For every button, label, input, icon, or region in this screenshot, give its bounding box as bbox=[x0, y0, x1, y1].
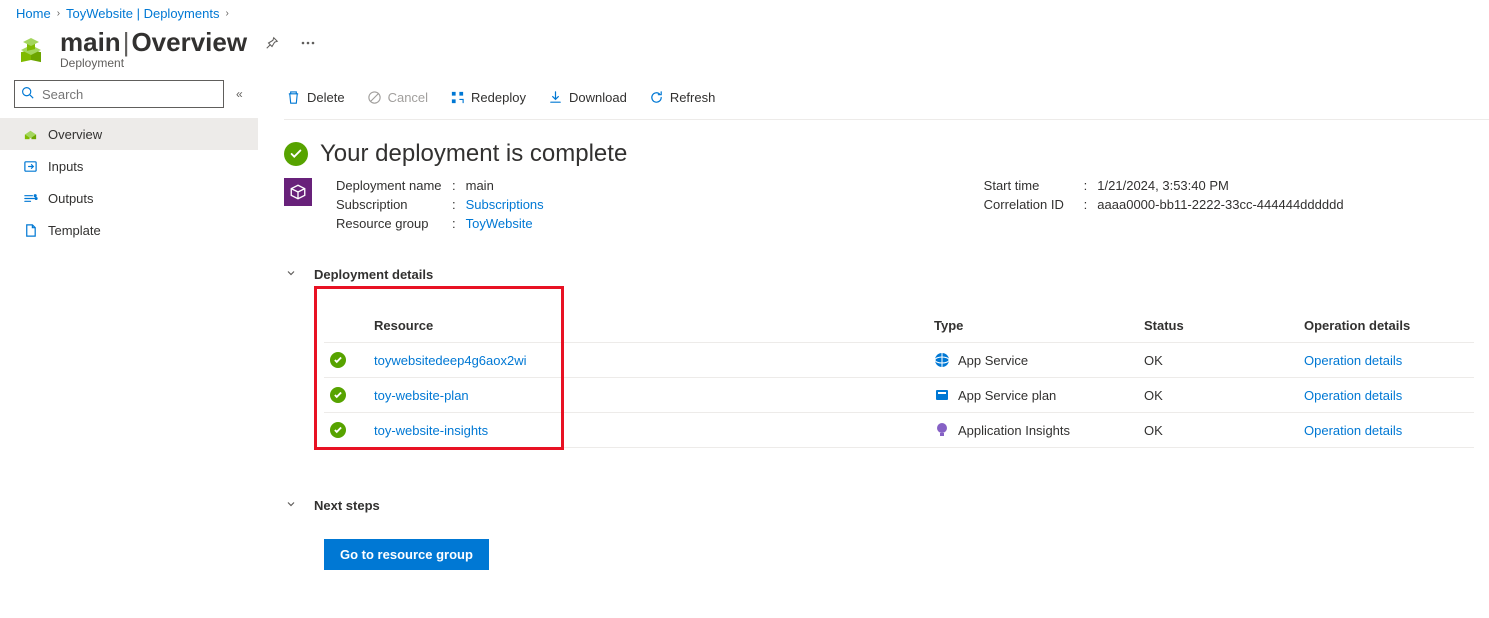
breadcrumb-deployments[interactable]: ToyWebsite | Deployments bbox=[66, 6, 219, 21]
operation-details-link[interactable]: Operation details bbox=[1304, 423, 1474, 438]
section-title: Deployment details bbox=[314, 267, 433, 282]
col-status: Status bbox=[1144, 318, 1304, 333]
resource-type: App Service bbox=[958, 353, 1028, 368]
toolbar-label: Delete bbox=[307, 90, 345, 105]
application-insights-icon bbox=[934, 422, 950, 438]
subscription-link[interactable]: Subscriptions bbox=[466, 197, 544, 212]
app-service-icon bbox=[934, 352, 950, 368]
success-dot-icon bbox=[330, 352, 346, 368]
col-resource: Resource bbox=[374, 318, 934, 333]
success-dot-icon bbox=[330, 387, 346, 403]
sidebar-item-inputs[interactable]: Inputs bbox=[0, 150, 258, 182]
toolbar-label: Refresh bbox=[670, 90, 716, 105]
section-title: Next steps bbox=[314, 498, 380, 513]
toolbar: Delete Cancel Redeploy Download Refresh bbox=[284, 76, 1489, 120]
toolbar-label: Download bbox=[569, 90, 627, 105]
resource-type: App Service plan bbox=[958, 388, 1056, 403]
sidebar-item-label: Overview bbox=[48, 127, 102, 142]
sidebar-item-label: Outputs bbox=[48, 191, 94, 206]
resource-type: Application Insights bbox=[958, 423, 1070, 438]
resource-status: OK bbox=[1144, 423, 1304, 438]
deployment-icon bbox=[16, 31, 50, 65]
redeploy-button[interactable]: Redeploy bbox=[448, 86, 528, 109]
meta-label: Correlation ID bbox=[984, 197, 1080, 212]
resource-status: OK bbox=[1144, 353, 1304, 368]
resources-table: Resource Type Status Operation details t… bbox=[324, 308, 1474, 448]
col-operation-details: Operation details bbox=[1304, 318, 1474, 333]
table-header-row: Resource Type Status Operation details bbox=[324, 308, 1474, 343]
table-row: toywebsitedeep4g6aox2wi App Service OK O… bbox=[324, 343, 1474, 378]
sidebar-item-label: Inputs bbox=[48, 159, 83, 174]
sidebar-item-label: Template bbox=[48, 223, 101, 238]
section-deployment-details-toggle[interactable]: Deployment details bbox=[284, 261, 1489, 288]
package-icon bbox=[284, 178, 312, 206]
meta-label: Resource group bbox=[336, 216, 448, 231]
app-service-plan-icon bbox=[934, 387, 950, 403]
refresh-button[interactable]: Refresh bbox=[647, 86, 718, 109]
resource-link[interactable]: toy-website-plan bbox=[374, 388, 934, 403]
resource-link[interactable]: toy-website-insights bbox=[374, 423, 934, 438]
table-row: toy-website-plan App Service plan OK Ope… bbox=[324, 378, 1474, 413]
meta-value: main bbox=[466, 178, 494, 193]
collapse-sidebar-button[interactable]: « bbox=[232, 83, 247, 105]
chevron-down-icon bbox=[284, 267, 298, 282]
meta-label: Subscription bbox=[336, 197, 448, 212]
operation-details-link[interactable]: Operation details bbox=[1304, 353, 1474, 368]
sidebar-item-outputs[interactable]: Outputs bbox=[0, 182, 258, 214]
resource-status: OK bbox=[1144, 388, 1304, 403]
more-button[interactable] bbox=[297, 37, 319, 49]
inputs-icon bbox=[22, 159, 38, 174]
go-to-resource-group-button[interactable]: Go to resource group bbox=[324, 539, 489, 570]
search-input-wrapper[interactable] bbox=[14, 80, 224, 108]
section-next-steps-toggle[interactable]: Next steps bbox=[284, 492, 1489, 519]
success-check-icon bbox=[284, 142, 308, 166]
status-message: Your deployment is complete bbox=[320, 140, 627, 168]
search-input[interactable] bbox=[40, 86, 217, 103]
breadcrumb-home[interactable]: Home bbox=[16, 6, 51, 21]
sidebar: « Overview Inputs Outputs bbox=[0, 76, 258, 600]
page-title: main|Overview bbox=[60, 27, 247, 58]
resource-group-link[interactable]: ToyWebsite bbox=[466, 216, 533, 231]
outputs-icon bbox=[22, 191, 38, 206]
delete-button[interactable]: Delete bbox=[284, 86, 347, 109]
deployment-status: Your deployment is complete bbox=[284, 120, 1489, 176]
template-icon bbox=[22, 223, 38, 238]
cancel-button: Cancel bbox=[365, 86, 430, 109]
download-button[interactable]: Download bbox=[546, 86, 629, 109]
resource-link[interactable]: toywebsitedeep4g6aox2wi bbox=[374, 353, 934, 368]
deployment-name: main bbox=[60, 27, 121, 57]
overview-icon bbox=[22, 127, 38, 142]
col-type: Type bbox=[934, 318, 1144, 333]
page-subtitle: Deployment bbox=[60, 56, 319, 70]
main-content: Delete Cancel Redeploy Download Refresh bbox=[258, 76, 1489, 600]
chevron-right-icon: › bbox=[57, 8, 60, 19]
page-section: Overview bbox=[131, 27, 247, 57]
success-dot-icon bbox=[330, 422, 346, 438]
chevron-right-icon: › bbox=[225, 8, 228, 19]
chevron-down-icon bbox=[284, 498, 298, 513]
table-row: toy-website-insights Application Insight… bbox=[324, 413, 1474, 448]
search-icon bbox=[21, 86, 34, 102]
pin-button[interactable] bbox=[261, 32, 283, 54]
meta-label: Deployment name bbox=[336, 178, 448, 193]
operation-details-link[interactable]: Operation details bbox=[1304, 388, 1474, 403]
meta-value: aaaa0000-bb11-2222-33cc-444444dddddd bbox=[1097, 197, 1343, 212]
toolbar-label: Cancel bbox=[388, 90, 428, 105]
meta-value: 1/21/2024, 3:53:40 PM bbox=[1097, 178, 1229, 193]
breadcrumb: Home › ToyWebsite | Deployments › bbox=[0, 0, 1489, 25]
sidebar-item-template[interactable]: Template bbox=[0, 214, 258, 246]
meta-label: Start time bbox=[984, 178, 1080, 193]
sidebar-item-overview[interactable]: Overview bbox=[0, 118, 258, 150]
page-header: main|Overview Deployment bbox=[0, 25, 1489, 76]
toolbar-label: Redeploy bbox=[471, 90, 526, 105]
deployment-meta: Deployment name: main Subscription: Subs… bbox=[284, 176, 1489, 233]
